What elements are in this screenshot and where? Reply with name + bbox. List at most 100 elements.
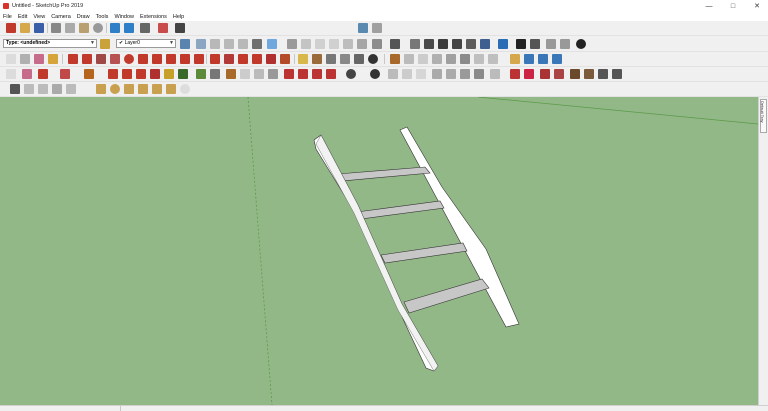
rotated-rectangle-icon[interactable] [110,54,120,64]
check-solid-icon[interactable] [370,69,380,79]
menu-draw[interactable]: Draw [74,14,93,20]
position-camera-icon[interactable] [474,54,484,64]
settings-circle-icon[interactable] [180,84,190,94]
solid-union-icon[interactable] [284,69,294,79]
select-tool-icon[interactable] [6,69,16,79]
redo-icon[interactable] [124,23,134,33]
solid-split-icon[interactable] [326,69,336,79]
left-view-icon[interactable] [267,39,277,49]
tape-icon[interactable] [48,54,58,64]
rotate-tool-icon[interactable] [238,54,248,64]
new-file-icon[interactable] [6,23,16,33]
extension-warehouse-icon[interactable] [424,39,434,49]
settings-gear-icon[interactable] [576,39,586,49]
material-tool-icon[interactable] [84,69,94,79]
people-icon[interactable] [52,84,62,94]
scale-tool-icon[interactable] [266,54,276,64]
two-point-arc-icon[interactable] [166,54,176,64]
play-icon[interactable] [516,39,526,49]
target-icon[interactable] [110,84,120,94]
fog-icon[interactable] [358,23,368,33]
select-arrow-icon[interactable] [6,54,16,64]
menu-window[interactable]: Window [111,14,137,20]
line-tool-icon[interactable] [68,54,78,64]
warehouse-icon[interactable] [410,39,420,49]
follow-me-icon[interactable] [252,54,262,64]
tape-tool-icon[interactable] [196,69,206,79]
texture-icon[interactable] [584,69,594,79]
preferences-icon[interactable] [612,69,622,79]
flip-edge-icon[interactable] [474,69,484,79]
paste-icon[interactable] [79,23,89,33]
polygon-tool-icon[interactable] [138,54,148,64]
zoom-icon[interactable] [254,69,264,79]
menu-file[interactable]: File [0,14,15,20]
section-display-icon[interactable] [552,54,562,64]
move-tool-icon[interactable] [210,54,220,64]
front-view-icon[interactable] [224,39,234,49]
move-icon[interactable] [108,69,118,79]
menu-extensions[interactable]: Extensions [137,14,170,20]
right-view-icon[interactable] [238,39,248,49]
stair-tread-4[interactable] [403,278,490,314]
look-around-icon[interactable] [488,54,498,64]
back-edges-style-icon[interactable] [301,39,311,49]
hidden-line-style-icon[interactable] [329,39,339,49]
walk-tool-icon[interactable] [510,54,520,64]
arc-tool-icon[interactable] [152,54,162,64]
car-icon[interactable] [10,84,20,94]
stair-tread-3[interactable] [380,242,468,264]
freehand-tool-icon[interactable] [82,54,92,64]
erase-icon[interactable] [93,23,103,33]
eraser-icon[interactable] [34,54,44,64]
follow-icon[interactable] [178,69,188,79]
orbit-tool-icon[interactable] [390,54,400,64]
stamp-icon[interactable] [432,69,442,79]
iso-view-icon[interactable] [196,39,206,49]
monochrome-style-icon[interactable] [372,39,382,49]
section-plane-icon[interactable] [390,39,400,49]
back-view-icon[interactable] [252,39,262,49]
stop-icon[interactable] [530,39,540,49]
share-model-icon[interactable] [438,39,448,49]
sandbox-from-scratch-icon[interactable] [402,69,412,79]
menu-view[interactable]: View [30,14,48,20]
solid-trim-icon[interactable] [312,69,322,79]
cube-icon[interactable] [38,84,48,94]
style-icon[interactable] [598,69,608,79]
three-point-arc-icon[interactable] [180,54,190,64]
shaded-style-icon[interactable] [343,39,353,49]
lock-icon[interactable] [510,69,520,79]
undo-icon[interactable] [110,23,120,33]
solid-subtract-icon[interactable] [298,69,308,79]
drape-icon[interactable] [446,69,456,79]
protractor-icon[interactable] [326,54,336,64]
circle-tool-icon[interactable] [124,54,134,64]
bow-icon[interactable] [96,84,106,94]
menu-help[interactable]: Help [170,14,187,20]
scenes-icon[interactable] [498,39,508,49]
share-component-icon[interactable] [452,39,462,49]
iso-cube-icon[interactable] [524,54,534,64]
photo-textures-icon[interactable] [480,39,490,49]
model-info-icon[interactable] [158,23,168,33]
save-icon[interactable] [34,23,44,33]
maximize-button[interactable]: □ [722,0,744,12]
offset-tool-icon[interactable] [280,54,290,64]
tape-measure-icon[interactable] [298,54,308,64]
update-scene-icon[interactable] [560,39,570,49]
copy-icon[interactable] [65,23,75,33]
rotate-icon[interactable] [136,69,146,79]
entity-type-dropdown[interactable]: Type: <undefined> ▼ [3,39,97,48]
user-account-icon[interactable] [346,69,356,79]
orbit-icon[interactable] [226,69,236,79]
dimension-tool-icon[interactable] [312,54,322,64]
close-button[interactable]: ✕ [746,0,768,12]
add-detail-icon[interactable] [460,69,470,79]
group-icon[interactable] [540,69,550,79]
edge-style-icon[interactable] [372,23,382,33]
triangle-ruler-icon[interactable] [124,84,134,94]
pan-icon[interactable] [240,69,250,79]
axes-tool-icon[interactable] [354,54,364,64]
menu-edit[interactable]: Edit [15,14,30,20]
